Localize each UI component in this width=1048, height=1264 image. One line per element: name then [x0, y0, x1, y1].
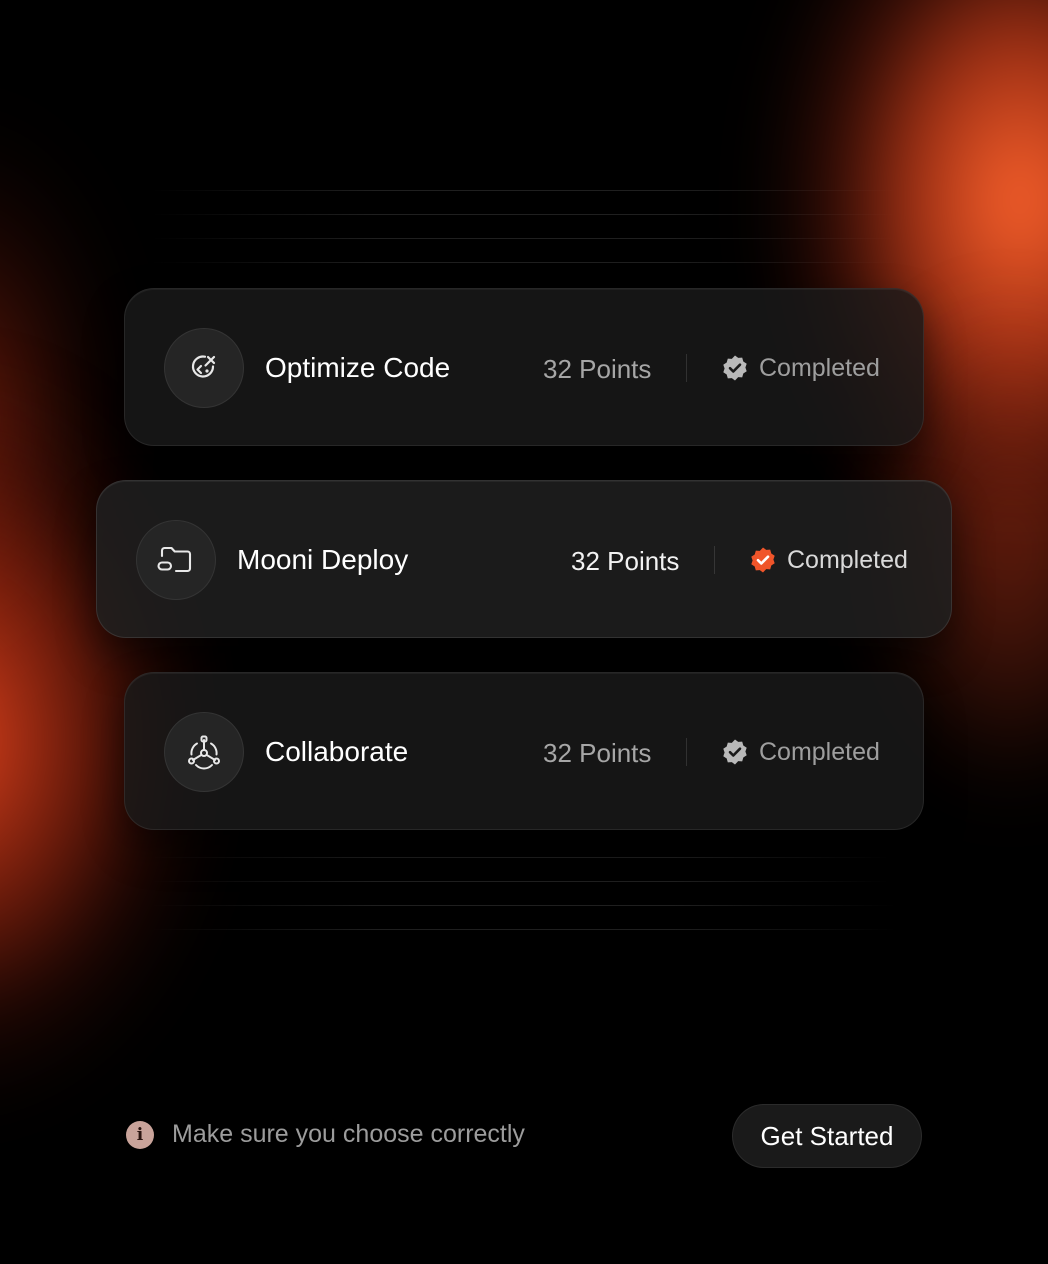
- divider: [714, 546, 715, 574]
- task-card-collaborate[interactable]: Collaborate 32 Points Completed: [124, 672, 924, 830]
- app-stage: Optimize Code 32 Points Completed Mooni …: [0, 0, 1048, 1264]
- info-icon: i: [126, 1120, 154, 1149]
- divider: [686, 738, 687, 766]
- verified-badge-icon: [723, 355, 747, 381]
- task-title: Mooni Deploy: [237, 544, 409, 575]
- decorative-lines-bottom: [150, 857, 898, 953]
- status-label: Completed: [759, 738, 880, 766]
- background-glow-left-upper: [0, 120, 120, 720]
- task-points: 32 Points: [543, 354, 652, 384]
- task-status: Completed: [721, 736, 880, 768]
- footer-note: i Make sure you choose correctly: [126, 1120, 525, 1149]
- task-card-optimize-code[interactable]: Optimize Code 32 Points Completed: [124, 288, 924, 446]
- note-text: Make sure you choose correctly: [172, 1120, 525, 1148]
- status-label: Completed: [759, 354, 880, 382]
- folder-deploy-icon: [136, 520, 216, 600]
- task-points: 32 Points: [571, 546, 680, 576]
- task-status: Completed: [749, 544, 908, 576]
- verified-badge-icon: [723, 739, 747, 765]
- divider: [686, 354, 687, 382]
- code-optimize-icon: [164, 328, 244, 408]
- task-card-mooni-deploy[interactable]: Mooni Deploy 32 Points Completed: [96, 480, 952, 638]
- status-label: Completed: [787, 546, 908, 574]
- task-status: Completed: [721, 352, 880, 384]
- decorative-lines-top: [150, 190, 898, 286]
- task-title: Optimize Code: [265, 352, 451, 383]
- task-title: Collaborate: [265, 736, 409, 767]
- get-started-button[interactable]: Get Started: [732, 1104, 922, 1168]
- collaborate-network-icon: [164, 712, 244, 792]
- verified-badge-icon: [751, 547, 775, 573]
- task-points: 32 Points: [543, 738, 652, 768]
